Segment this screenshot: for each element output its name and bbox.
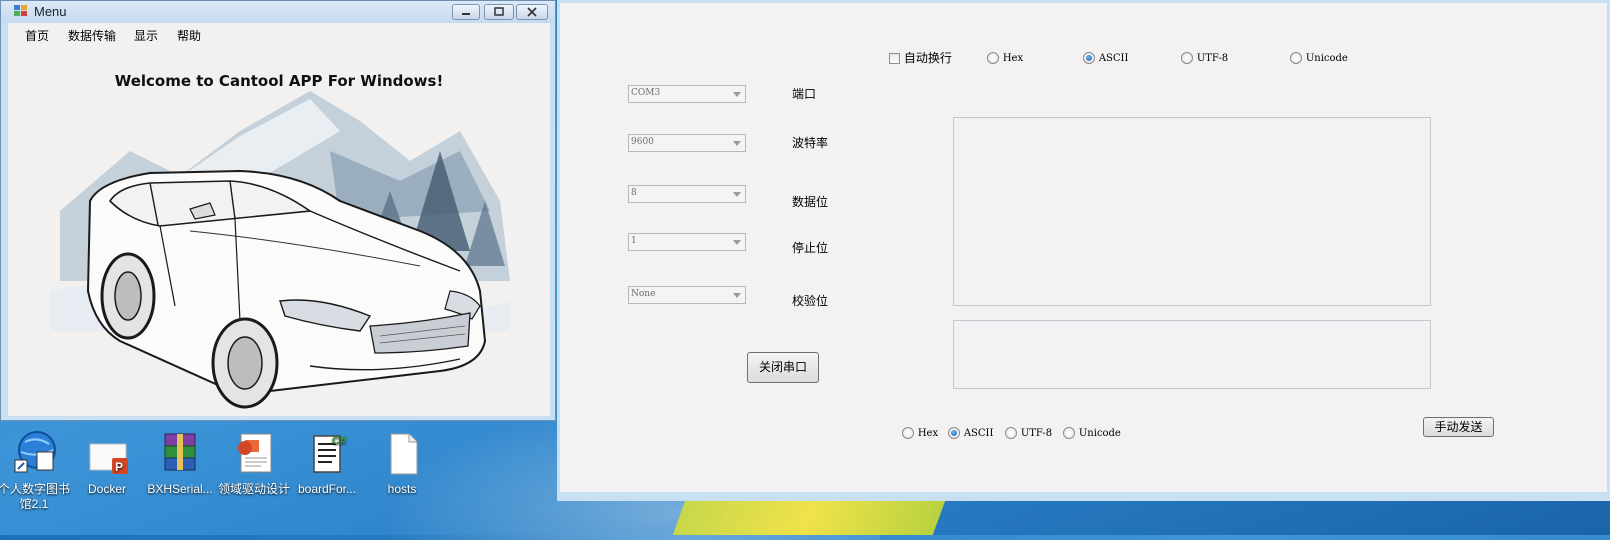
radio-label: Unicode (1305, 53, 1348, 64)
port-value: COM3 (631, 88, 661, 98)
chevron-down-icon (733, 240, 741, 245)
port-label: 端口 (792, 87, 817, 101)
desktop-icon-label: hosts (387, 482, 417, 496)
radio-button[interactable] (1290, 51, 1302, 64)
radio-button[interactable] (1181, 51, 1193, 64)
desktop-icon-hosts[interactable]: hosts (366, 430, 438, 497)
parity-label: 校验位 (792, 294, 829, 308)
powerpoint-file-icon: P (84, 430, 130, 476)
csharp-file-icon: C# (304, 430, 350, 476)
radio-label: Hex (917, 428, 939, 439)
desktop-icon-label: boardFor... (297, 482, 357, 496)
desktop-icon-bxhserial[interactable]: BXHSerial... (144, 430, 216, 497)
radio-send-unicode[interactable]: Unicode (1063, 425, 1121, 439)
menu-item-data-transfer[interactable]: 数据传输 (68, 27, 116, 44)
desktop-icon-label: 领域驱动设计 (218, 482, 291, 496)
app-icon (14, 5, 27, 16)
desktop-icon-digital-library[interactable]: 个人数字图书 馆2.1 (0, 430, 70, 512)
desktop-icon-label: Docker (87, 482, 126, 496)
menu-item-help[interactable]: 帮助 (177, 27, 201, 44)
radio-button[interactable] (1005, 426, 1017, 439)
chevron-down-icon (733, 141, 741, 146)
radio-send-hex[interactable]: Hex (902, 425, 938, 439)
baud-select[interactable]: 9600 (628, 134, 746, 152)
send-textarea[interactable] (953, 320, 1431, 389)
winrar-archive-icon (157, 430, 203, 476)
desktop-icon-label-line2: 馆2.1 (19, 497, 49, 511)
auto-newline-checkbox[interactable]: 自动换行 (889, 49, 952, 66)
desktop-icon-docker[interactable]: P Docker (71, 430, 143, 497)
menu-window-titlebar[interactable]: Menu (1, 1, 555, 23)
blank-file-icon (379, 430, 425, 476)
radio-button-selected[interactable] (1083, 51, 1095, 64)
menu-bar: 首页 数据传输 显示 帮助 (8, 23, 550, 45)
close-port-button[interactable]: 关闭串口 (747, 352, 819, 383)
radio-send-utf8[interactable]: UTF-8 (1005, 425, 1052, 439)
radio-label: UTF-8 (1020, 428, 1053, 439)
menu-window-content: 首页 数据传输 显示 帮助 Welcome to Cantool APP For… (8, 23, 550, 416)
menu-item-display[interactable]: 显示 (134, 27, 158, 44)
databits-value: 8 (631, 188, 637, 198)
svg-text:P: P (115, 460, 123, 474)
welcome-heading: Welcome to Cantool APP For Windows! (114, 72, 444, 90)
databits-select[interactable]: 8 (628, 185, 746, 203)
restore-button[interactable] (484, 4, 514, 20)
restore-icon (494, 7, 504, 16)
powerpoint-document-icon (231, 430, 277, 476)
desktop-icon-ddd-book[interactable]: 领域驱动设计 (218, 430, 290, 497)
radio-label: Unicode (1078, 428, 1121, 439)
radio-label: ASCII (1098, 53, 1129, 64)
chevron-down-icon (733, 293, 741, 298)
menu-window-title: Menu (34, 4, 67, 19)
checkbox-box[interactable] (889, 53, 900, 64)
parity-value: None (631, 289, 656, 299)
radio-button-selected[interactable] (948, 426, 960, 439)
minimize-button[interactable] (452, 4, 480, 20)
databits-label: 数据位 (792, 195, 829, 209)
menu-window: Menu 首页 数据传输 显示 帮助 Welcome to Cantool AP… (0, 0, 556, 421)
desktop-wallpaper-accent (672, 495, 948, 535)
close-icon (527, 7, 537, 17)
radio-receive-hex[interactable]: Hex (987, 50, 1023, 64)
chevron-down-icon (733, 192, 741, 197)
serial-window-content: 自动换行 Hex ASCII UTF-8 Unicode COM3 端口 960… (560, 3, 1607, 492)
globe-shortcut-icon (11, 430, 57, 476)
radio-receive-utf8[interactable]: UTF-8 (1181, 50, 1228, 64)
port-select[interactable]: COM3 (628, 85, 746, 103)
receive-textarea[interactable] (953, 117, 1431, 306)
radio-button[interactable] (987, 51, 999, 64)
radio-label: UTF-8 (1196, 53, 1229, 64)
desktop-icon-label: BXHSerial... (147, 482, 213, 496)
car-illustration (50, 91, 510, 409)
stopbits-value: 1 (631, 236, 637, 246)
stopbits-select[interactable]: 1 (628, 233, 746, 251)
baud-label: 波特率 (792, 136, 829, 150)
radio-button[interactable] (902, 426, 914, 439)
baud-value: 9600 (631, 137, 654, 147)
radio-receive-ascii[interactable]: ASCII (1083, 50, 1128, 64)
radio-button[interactable] (1063, 426, 1075, 439)
desktop-icon-boardfor[interactable]: C# boardFor... (291, 430, 363, 497)
radio-receive-unicode[interactable]: Unicode (1290, 50, 1348, 64)
auto-newline-label: 自动换行 (903, 51, 952, 65)
radio-send-ascii[interactable]: ASCII (948, 425, 993, 439)
svg-text:C#: C# (332, 435, 346, 447)
close-button[interactable] (516, 4, 548, 20)
parity-select[interactable]: None (628, 286, 746, 304)
manual-send-button[interactable]: 手动发送 (1423, 417, 1494, 437)
serial-window: 自动换行 Hex ASCII UTF-8 Unicode COM3 端口 960… (557, 0, 1610, 501)
minimize-icon (462, 13, 470, 15)
chevron-down-icon (733, 92, 741, 97)
radio-label: Hex (1002, 53, 1024, 64)
desktop-icon-label: 个人数字图书 (0, 482, 71, 496)
stopbits-label: 停止位 (792, 241, 829, 255)
menu-item-home[interactable]: 首页 (25, 27, 49, 44)
radio-label: ASCII (963, 428, 994, 439)
